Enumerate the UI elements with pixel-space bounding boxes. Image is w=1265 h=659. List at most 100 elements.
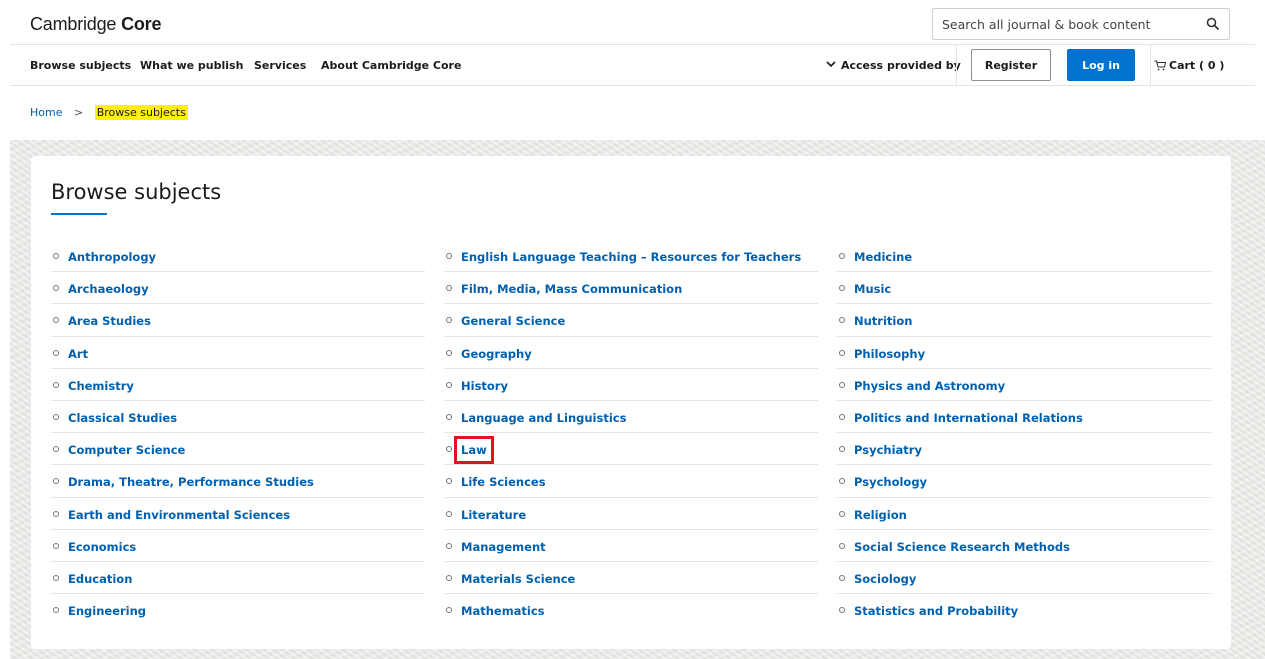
breadcrumb-home[interactable]: Home (30, 106, 62, 119)
subject-list-item: Religion (837, 498, 1211, 530)
bullet-icon (839, 381, 845, 388)
subject-link-nutrition[interactable]: Nutrition (854, 314, 912, 328)
subject-link-medicine[interactable]: Medicine (854, 250, 912, 264)
subject-link-language-and-linguistics[interactable]: Language and Linguistics (461, 411, 626, 425)
access-provided-by-dropdown[interactable]: Access provided by (825, 59, 961, 72)
subject-link-archaeology[interactable]: Archaeology (68, 282, 149, 296)
subject-link-engineering[interactable]: Engineering (68, 604, 146, 618)
bullet-icon (53, 574, 59, 581)
breadcrumb: Home > Browse subjects (30, 105, 188, 120)
subject-link-sociology[interactable]: Sociology (854, 572, 916, 586)
subject-link-statistics-and-probability[interactable]: Statistics and Probability (854, 604, 1018, 618)
logo-text-light: Cambridge (30, 14, 117, 34)
register-button[interactable]: Register (971, 49, 1051, 81)
breadcrumb-current: Browse subjects (94, 105, 188, 120)
subject-link-drama-theatre-performance-studies[interactable]: Drama, Theatre, Performance Studies (68, 475, 314, 489)
nav-what-we-publish[interactable]: What we publish (140, 59, 243, 72)
nav-divider (956, 45, 957, 85)
search-box (932, 8, 1230, 40)
subject-list-item: Statistics and Probability (837, 594, 1211, 626)
subject-link-computer-science[interactable]: Computer Science (68, 443, 185, 457)
subject-list-item: Literature (444, 498, 818, 530)
login-button[interactable]: Log in (1067, 49, 1135, 81)
subject-link-law[interactable]: Law (454, 436, 494, 465)
cart-icon (1154, 60, 1166, 71)
cart-link[interactable]: Cart ( 0 ) (1154, 59, 1224, 72)
subject-link-mathematics[interactable]: Mathematics (461, 604, 545, 618)
page-title: Browse subjects (51, 180, 222, 204)
subject-link-history[interactable]: History (461, 379, 508, 393)
bullet-icon (446, 285, 452, 292)
subject-column-2: English Language Teaching – Resources fo… (444, 240, 818, 626)
subject-link-area-studies[interactable]: Area Studies (68, 314, 151, 328)
subject-link-literature[interactable]: Literature (461, 508, 526, 522)
bullet-icon (53, 478, 59, 485)
subject-link-philosophy[interactable]: Philosophy (854, 347, 925, 361)
subject-column-1: Anthropology Archaeology Area Studies Art Ch… (51, 240, 425, 626)
bullet-icon (53, 253, 59, 259)
subject-link-art[interactable]: Art (68, 347, 88, 361)
bullet-icon (446, 542, 452, 549)
bullet-icon (839, 607, 845, 614)
subject-link-physics-and-astronomy[interactable]: Physics and Astronomy (854, 379, 1005, 393)
subject-link-music[interactable]: Music (854, 282, 891, 296)
subject-list-item: Life Sciences (444, 465, 818, 498)
bullet-icon (446, 510, 452, 517)
chevron-down-icon (826, 61, 836, 68)
access-label: Access provided by (841, 59, 961, 72)
subject-list-item: Politics and International Relations (837, 401, 1211, 434)
subject-link-politics-and-international-relations[interactable]: Politics and International Relations (854, 411, 1083, 425)
subject-link-social-science-research-methods[interactable]: Social Science Research Methods (854, 540, 1070, 554)
nav-browse-subjects[interactable]: Browse subjects (30, 59, 131, 72)
bullet-icon (53, 542, 59, 549)
bullet-icon (53, 510, 59, 517)
bullet-icon (53, 607, 59, 614)
search-input[interactable] (933, 9, 1193, 39)
subject-link-general-science[interactable]: General Science (461, 314, 565, 328)
bullet-icon (839, 253, 845, 259)
nav-about-cambridge-core[interactable]: About Cambridge Core (321, 59, 461, 72)
subject-list-item: Earth and Environmental Sciences (51, 498, 425, 530)
bullet-icon (446, 381, 452, 388)
subject-link-geography[interactable]: Geography (461, 347, 532, 361)
subject-link-earth-and-environmental-sciences[interactable]: Earth and Environmental Sciences (68, 508, 290, 522)
bullet-icon (839, 317, 845, 324)
subject-link-economics[interactable]: Economics (68, 540, 136, 554)
subject-column-3: Medicine Music Nutrition Philosophy Physics … (837, 240, 1211, 626)
subject-link-psychology[interactable]: Psychology (854, 475, 927, 489)
subject-link-religion[interactable]: Religion (854, 508, 907, 522)
subject-list-item: Medicine (837, 240, 1211, 273)
bullet-icon (53, 446, 59, 453)
subject-list-item: Area Studies (51, 304, 425, 337)
subject-list-item: Materials Science (444, 562, 818, 595)
subject-list-item: Nutrition (837, 304, 1211, 337)
bullet-icon (446, 574, 452, 581)
subject-list-item: Psychology (837, 465, 1211, 498)
nav-services[interactable]: Services (254, 59, 306, 72)
subject-link-anthropology[interactable]: Anthropology (68, 250, 156, 264)
subject-link-chemistry[interactable]: Chemistry (68, 379, 134, 393)
subject-list-item: Language and Linguistics (444, 401, 818, 434)
subject-list-item: Computer Science (51, 433, 425, 466)
subject-list-item: Film, Media, Mass Communication (444, 272, 818, 305)
subject-link-classical-studies[interactable]: Classical Studies (68, 411, 177, 425)
bullet-icon (839, 349, 845, 356)
bullet-icon (839, 542, 845, 549)
subject-link-english-language-teaching-resources-for-teachers[interactable]: English Language Teaching – Resources fo… (461, 250, 801, 264)
subject-list-item: Education (51, 562, 425, 595)
top-header: Cambridge Core (10, 0, 1255, 45)
search-icon[interactable] (1205, 16, 1221, 32)
subject-link-materials-science[interactable]: Materials Science (461, 572, 575, 586)
breadcrumb-separator: > (73, 106, 84, 119)
bullet-icon (839, 478, 845, 485)
subject-link-psychiatry[interactable]: Psychiatry (854, 443, 922, 457)
subject-link-life-sciences[interactable]: Life Sciences (461, 475, 546, 489)
bullet-icon (446, 413, 452, 420)
bullet-icon (839, 285, 845, 292)
cambridge-core-logo[interactable]: Cambridge Core (30, 14, 161, 35)
subject-link-film-media-mass-communication[interactable]: Film, Media, Mass Communication (461, 282, 682, 296)
bullet-icon (446, 253, 452, 259)
subject-link-education[interactable]: Education (68, 572, 132, 586)
subject-link-management[interactable]: Management (461, 540, 546, 554)
subject-list-item: Geography (444, 337, 818, 369)
